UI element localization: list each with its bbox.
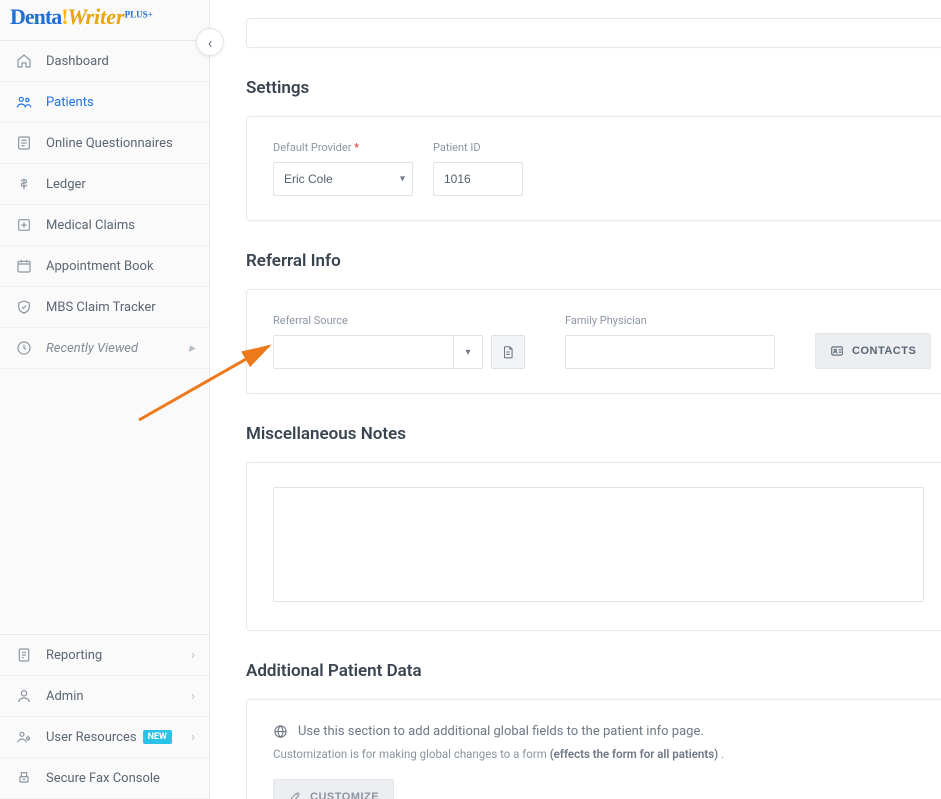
claims-icon [14,215,34,235]
sidebar-item-recently-viewed[interactable]: Recently Viewed ▸ [0,328,209,369]
notes-card [246,462,941,631]
section-title-additional: Additional Patient Data [246,661,941,681]
sidebar-item-label: Recently Viewed [46,341,138,356]
admin-icon [14,686,34,706]
sidebar-collapse-button[interactable]: ‹ [196,28,224,56]
sidebar-item-patients[interactable]: Patients [0,82,209,123]
referral-source-dropdown-button[interactable]: ▾ [453,335,483,369]
calendar-icon [14,256,34,276]
document-icon [501,345,515,359]
referral-document-button[interactable] [491,335,525,369]
sidebar-item-label: User Resources [46,730,137,745]
sidebar-item-appointment-book[interactable]: Appointment Book [0,246,209,287]
clock-icon [14,338,34,358]
contacts-icon [830,344,844,358]
sidebar-item-label: Reporting [46,648,102,663]
sidebar-item-label: Appointment Book [46,259,154,274]
customize-button[interactable]: CUSTOMIZE [273,779,394,799]
ledger-icon [14,174,34,194]
sidebar: Denta!WriterPLUS+ Dashboard Patients Onl… [0,0,210,799]
section-title-notes: Miscellaneous Notes [246,424,941,444]
shield-icon [14,297,34,317]
sidebar-item-reporting[interactable]: Reporting › [0,635,209,676]
sidebar-item-secure-fax[interactable]: Secure Fax Console [0,758,209,799]
main-content: Settings Default Provider * ▾ Patient ID… [210,0,941,799]
settings-card: Default Provider * ▾ Patient ID [246,116,941,221]
sidebar-item-medical-claims[interactable]: Medical Claims [0,205,209,246]
sidebar-item-admin[interactable]: Admin › [0,676,209,717]
section-title-settings: Settings [246,78,941,98]
sidebar-item-label: MBS Claim Tracker [46,300,156,315]
additional-sub-line: Customization is for making global chang… [273,747,924,761]
new-badge: NEW [143,730,172,744]
sidebar-item-label: Dashboard [46,54,109,69]
chevron-right-icon: ▸ [188,341,195,356]
sidebar-item-label: Online Questionnaires [46,136,173,151]
family-physician-field: Family Physician [565,314,775,369]
referral-source-field: Referral Source ▾ [273,314,525,369]
globe-icon [273,724,288,739]
contacts-button[interactable]: CONTACTS [815,333,931,369]
patient-id-field: Patient ID [433,141,523,196]
chevron-right-icon: › [191,689,195,704]
tools-icon [288,790,302,799]
chevron-right-icon: › [191,648,195,663]
user-res-icon [14,727,34,747]
sidebar-item-label: Ledger [46,177,86,192]
sidebar-item-user-resources[interactable]: User Resources NEW › [0,717,209,758]
chevron-down-icon: ▾ [465,347,470,358]
patient-id-input[interactable] [433,162,523,196]
sidebar-item-ledger[interactable]: Ledger [0,164,209,205]
app-logo: Denta!WriterPLUS+ [0,0,209,41]
referral-card: Referral Source ▾ Family Physician [246,289,941,394]
sidebar-item-label: Secure Fax Console [46,771,160,786]
family-physician-label: Family Physician [565,314,775,327]
report-icon [14,645,34,665]
home-icon [14,51,34,71]
additional-info-line: Use this section to add additional globa… [273,724,924,739]
patients-icon [14,92,34,112]
previous-card-bottom [246,18,941,48]
questionnaire-icon [14,133,34,153]
section-title-referral: Referral Info [246,251,941,271]
referral-source-label: Referral Source [273,314,525,327]
sidebar-item-label: Medical Claims [46,218,135,233]
patient-id-label: Patient ID [433,141,523,154]
sidebar-item-dashboard[interactable]: Dashboard [0,41,209,82]
misc-notes-textarea[interactable] [273,487,924,602]
referral-source-input[interactable] [273,335,453,369]
default-provider-field: Default Provider * ▾ [273,141,413,196]
fax-icon [14,768,34,788]
default-provider-select[interactable] [273,162,413,196]
chevron-left-icon: ‹ [208,33,213,52]
additional-card: Use this section to add additional globa… [246,699,941,799]
sidebar-item-mbs-claim-tracker[interactable]: MBS Claim Tracker [0,287,209,328]
sidebar-item-questionnaires[interactable]: Online Questionnaires [0,123,209,164]
sidebar-item-label: Patients [46,95,94,110]
sidebar-item-label: Admin [46,689,84,704]
chevron-right-icon: › [191,730,195,745]
default-provider-label: Default Provider * [273,141,413,154]
family-physician-input[interactable] [565,335,775,369]
